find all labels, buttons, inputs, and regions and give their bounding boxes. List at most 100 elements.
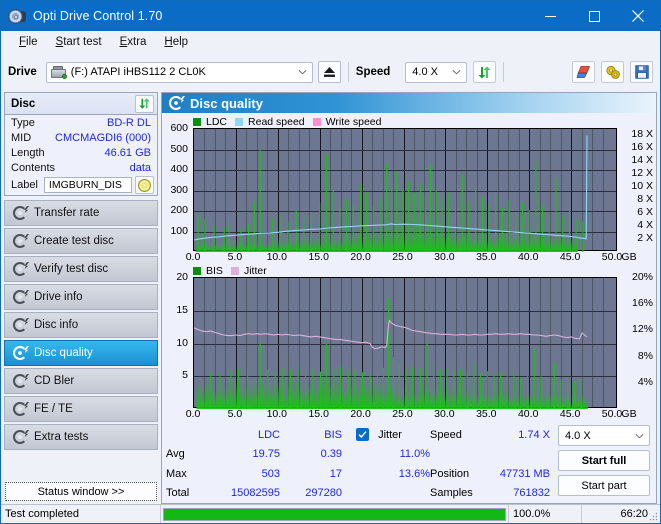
disc-info-box: Disc Type BD-R DL MID CMCMAGDI6 (000) Le… <box>4 92 158 196</box>
menu-help[interactable]: Help <box>155 34 197 50</box>
x-tick-label: 5.0 <box>227 251 243 263</box>
disc-row-label: Label IMGBURN_DIS <box>5 175 157 195</box>
jitter-checkbox[interactable] <box>356 428 369 442</box>
sidebar-item-label: Disc info <box>34 319 79 331</box>
menu-start-test-rest: tart test <box>63 36 102 48</box>
speed-select[interactable]: 4.0 X <box>405 61 468 83</box>
eraser-icon <box>576 66 590 78</box>
menu-extra[interactable]: Extra <box>111 34 156 50</box>
maximize-icon[interactable] <box>572 1 616 31</box>
stats-jitter-avg: 11.0% <box>399 448 430 461</box>
legend-label-jitter: Jitter <box>243 264 267 277</box>
sidebar-item-disc-quality[interactable]: Disc quality <box>4 340 158 366</box>
disc-row-type-key: Type <box>11 116 35 129</box>
start-full-button[interactable]: Start full <box>558 450 650 471</box>
disc-label-key: Label <box>11 179 38 191</box>
disc-test-icon <box>13 346 29 360</box>
menu-extra-rest: xtra <box>127 36 147 48</box>
chart-ldc: LDC Read speed Write speed 100 200 300 400 5… <box>165 115 653 264</box>
y-tick-label: 15 <box>176 303 188 316</box>
y-tick-label: 400 <box>170 163 188 175</box>
window-controls <box>528 1 660 31</box>
erase-button[interactable] <box>572 61 595 83</box>
stats-col-ldc: LDC <box>257 428 280 441</box>
disc-row-type-value: BD-R DL <box>106 116 151 129</box>
y2-tick-label: 12 X <box>631 167 653 180</box>
toolbar-divider-1 <box>347 62 349 82</box>
eject-button[interactable] <box>317 61 341 83</box>
start-part-button[interactable]: Start part <box>558 475 650 496</box>
sidebar-item-transfer-rate[interactable]: Transfer rate <box>4 200 158 226</box>
sidebar-item-fe-te[interactable]: FE / TE <box>4 396 158 422</box>
y-tick-label: 300 <box>170 183 188 196</box>
refresh-button[interactable] <box>473 61 497 83</box>
page-title: Disc quality <box>190 95 263 111</box>
x-tick-label: 50.0 <box>601 408 623 420</box>
legend-swatch-read-speed <box>235 117 244 126</box>
toolbar-divider-2 <box>503 62 505 82</box>
resize-grip-icon[interactable] <box>648 511 658 521</box>
stats-ldc-total: 15082595 <box>231 487 280 500</box>
app-window: Opti Drive Control 1.70 File Start test … <box>0 0 661 524</box>
disc-test-icon <box>13 290 29 304</box>
disc-label-input[interactable]: IMGBURN_DIS <box>43 177 132 193</box>
legend-label-ldc: LDC <box>206 115 228 128</box>
x-tick-label: 30.0 <box>434 251 455 263</box>
legend-label-write-speed: Write speed <box>325 115 382 128</box>
legend-swatch-bis <box>193 266 201 275</box>
chart-ldc-y-axis-left: 100 200 300 400 500 600 <box>165 122 188 251</box>
drive-label: Drive <box>8 66 37 78</box>
x-tick-label: 20.0 <box>350 251 371 263</box>
sidebar-item-drive-info[interactable]: Drive info <box>4 284 158 310</box>
disc-test-icon <box>13 234 29 248</box>
close-icon[interactable] <box>616 1 660 31</box>
settings-button[interactable] <box>601 61 624 83</box>
status-window-button[interactable]: Status window >> <box>5 482 157 501</box>
legend-label-bis: BIS <box>206 264 223 277</box>
y-tick-label: 5 <box>182 369 188 382</box>
y2-tick-label: 16% <box>631 297 653 310</box>
sidebar-item-extra-tests[interactable]: Extra tests <box>4 424 158 450</box>
x-tick-label: 45.0 <box>559 408 581 420</box>
chevron-down-icon <box>298 70 307 75</box>
panel-header: Disc quality <box>162 93 656 113</box>
disc-quality-icon <box>169 96 185 110</box>
samples-stat-value: 761832 <box>513 487 550 500</box>
result-speed-select[interactable]: 4.0 X <box>558 425 650 446</box>
save-button[interactable] <box>630 61 653 83</box>
x-tick-label: 15.0 <box>308 408 329 420</box>
y2-tick-label: 12% <box>631 323 653 336</box>
sidebar-item-disc-info[interactable]: Disc info <box>4 312 158 338</box>
minimize-icon[interactable] <box>528 1 572 31</box>
chevron-down-icon <box>635 433 644 438</box>
app-disc-icon <box>8 8 26 25</box>
main-body: Disc Type BD-R DL MID CMCMAGDI6 (000) Le… <box>1 90 660 504</box>
x-axis-unit: GB <box>621 408 637 420</box>
stats-table: LDC BIS Jitter Speed 1.74 X Avg 19.75 0.… <box>166 425 550 503</box>
menu-start-test[interactable]: Start test <box>47 34 111 50</box>
disc-refresh-button[interactable] <box>135 94 154 113</box>
y2-tick-label: 4 X <box>637 219 653 232</box>
sidebar-item-label: Disc quality <box>34 347 93 359</box>
table-header-row: LDC BIS Jitter Speed 1.74 X <box>166 425 550 445</box>
sidebar-item-cd-bler[interactable]: CD Bler <box>4 368 158 394</box>
y2-tick-label: 2 X <box>637 232 653 245</box>
disc-test-icon <box>13 318 29 332</box>
jitter-header-cell: Jitter <box>342 425 430 445</box>
chart-bis: BIS Jitter 5 10 15 20 4% 8% 12% 16% 20% 0.0 5.0 1… <box>165 264 653 421</box>
disc-label-button[interactable] <box>135 176 154 194</box>
content-panel: Disc quality LDC Read speed Write speed … <box>161 92 657 504</box>
chart-bis-y-axis-right: 4% 8% 12% 16% 20% <box>622 271 653 408</box>
cd-disc-icon <box>138 178 151 192</box>
drive-select-value: (F:) ATAPI iHBS112 2 CL0K <box>70 66 206 78</box>
sidebar-item-create-test-disc[interactable]: Create test disc <box>4 228 158 254</box>
chart-ldc-plot <box>193 128 617 252</box>
menu-file[interactable]: File <box>10 34 47 50</box>
legend-swatch-jitter <box>230 266 239 275</box>
sidebar-item-label: Extra tests <box>34 431 89 443</box>
stats-bis-total: 297280 <box>305 487 342 500</box>
sidebar-item-verify-test-disc[interactable]: Verify test disc <box>4 256 158 282</box>
y-tick-label: 10 <box>176 336 188 349</box>
drive-select[interactable]: (F:) ATAPI iHBS112 2 CL0K <box>45 61 313 83</box>
x-tick-label: 50.0 <box>601 251 623 263</box>
